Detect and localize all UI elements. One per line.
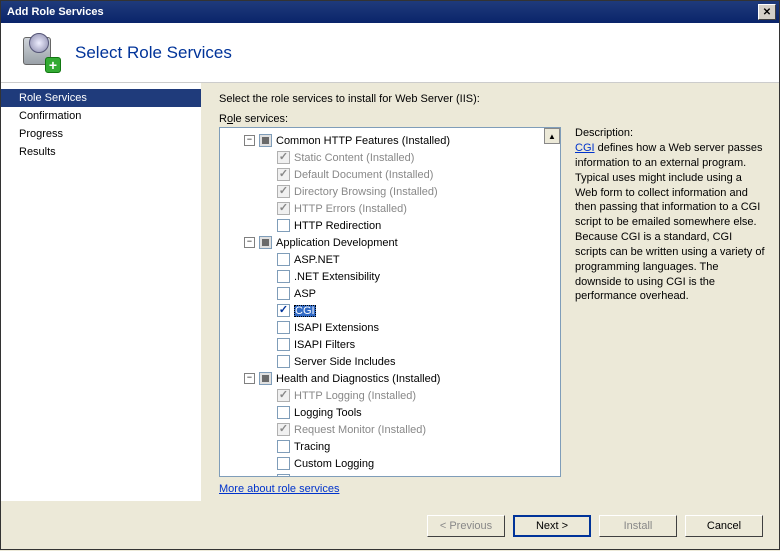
tree-node-label[interactable]: HTTP Logging (Installed) [294, 390, 416, 402]
tree-node-label[interactable]: Health and Diagnostics (Installed) [276, 373, 440, 385]
tree-node[interactable]: .NET Extensibility [222, 268, 558, 285]
description-panel: Description: CGI defines how a Web serve… [575, 127, 765, 495]
main-panel: Select the role services to install for … [201, 83, 779, 501]
tree-node[interactable]: ISAPI Filters [222, 336, 558, 353]
expander-icon[interactable]: − [244, 373, 255, 384]
checkbox [277, 423, 290, 436]
checkbox[interactable] [277, 355, 290, 368]
checkbox [277, 168, 290, 181]
tree-node-label[interactable]: Application Development [276, 237, 398, 249]
next-button[interactable]: Next > [513, 515, 591, 537]
checkbox[interactable] [277, 406, 290, 419]
tree-node-label[interactable]: .NET Extensibility [294, 271, 380, 283]
tree-node-label[interactable]: HTTP Redirection [294, 220, 381, 232]
tree-node-label[interactable]: Server Side Includes [294, 356, 396, 368]
checkbox[interactable] [277, 338, 290, 351]
tree-node-label[interactable]: ASP.NET [294, 254, 340, 266]
checkbox[interactable] [277, 270, 290, 283]
header: + Select Role Services [1, 23, 779, 83]
checkbox [277, 151, 290, 164]
tree-node[interactable]: Tracing [222, 438, 558, 455]
tree-node[interactable]: CGI [222, 302, 558, 319]
role-services-tree[interactable]: ▲ − Common HTTP Features (Installed) Stati… [219, 127, 561, 477]
sidebar-item-progress[interactable]: Progress [1, 125, 201, 143]
tree-node[interactable]: Directory Browsing (Installed) [222, 183, 558, 200]
tree-node[interactable]: ODBC Logging [222, 472, 558, 477]
sidebar-item-confirmation[interactable]: Confirmation [1, 107, 201, 125]
description-text: CGI defines how a Web server passes info… [575, 141, 765, 304]
sidebar-item-role-services[interactable]: Role Services [1, 89, 201, 107]
sidebar-item-results[interactable]: Results [1, 143, 201, 161]
tree-node[interactable]: Default Document (Installed) [222, 166, 558, 183]
tree-node-label[interactable]: Default Document (Installed) [294, 169, 433, 181]
close-button[interactable]: ✕ [758, 4, 776, 20]
checkbox[interactable] [277, 321, 290, 334]
expander-icon[interactable]: − [244, 237, 255, 248]
more-link[interactable]: More about role services [219, 483, 561, 495]
checkbox[interactable] [277, 253, 290, 266]
previous-button: < Previous [427, 515, 505, 537]
tree-node-label[interactable]: ISAPI Filters [294, 339, 355, 351]
tree-node-label[interactable]: Common HTTP Features (Installed) [276, 135, 450, 147]
tree-node-label[interactable]: Tracing [294, 441, 330, 453]
page-title: Select Role Services [75, 43, 232, 63]
checkbox [277, 389, 290, 402]
tree-node-label[interactable]: Logging Tools [294, 407, 362, 419]
checkbox[interactable] [259, 134, 272, 147]
tree-node[interactable]: ISAPI Extensions [222, 319, 558, 336]
checkbox[interactable] [277, 219, 290, 232]
checkbox[interactable] [259, 372, 272, 385]
tree-node[interactable]: − Application Development [222, 234, 558, 251]
tree-node[interactable]: Custom Logging [222, 455, 558, 472]
tree-node[interactable]: Server Side Includes [222, 353, 558, 370]
window-title: Add Role Services [7, 6, 758, 18]
tree-node-label[interactable]: CGI [294, 305, 316, 317]
role-services-label: Role services: [219, 113, 765, 125]
description-heading: Description: [575, 127, 765, 139]
tree-node[interactable]: Request Monitor (Installed) [222, 421, 558, 438]
tree-node[interactable]: − Health and Diagnostics (Installed) [222, 370, 558, 387]
tree-node-label[interactable]: ASP [294, 288, 316, 300]
install-button: Install [599, 515, 677, 537]
tree-node[interactable]: HTTP Errors (Installed) [222, 200, 558, 217]
expander-icon[interactable]: − [244, 135, 255, 146]
instruction-text: Select the role services to install for … [219, 93, 765, 105]
tree-node[interactable]: ASP [222, 285, 558, 302]
tree-node-label[interactable]: Custom Logging [294, 458, 374, 470]
tree-node-label[interactable]: ODBC Logging [294, 475, 368, 478]
tree-node-label[interactable]: Request Monitor (Installed) [294, 424, 426, 436]
footer: < Previous Next > Install Cancel [1, 501, 779, 551]
checkbox[interactable] [277, 474, 290, 477]
tree-node[interactable]: ASP.NET [222, 251, 558, 268]
tree-node-label[interactable]: ISAPI Extensions [294, 322, 379, 334]
wizard-icon: + [21, 33, 61, 73]
tree-node[interactable]: HTTP Redirection [222, 217, 558, 234]
cancel-button[interactable]: Cancel [685, 515, 763, 537]
checkbox[interactable] [277, 304, 290, 317]
checkbox[interactable] [277, 457, 290, 470]
tree-node[interactable]: HTTP Logging (Installed) [222, 387, 558, 404]
tree-node[interactable]: Logging Tools [222, 404, 558, 421]
checkbox[interactable] [277, 287, 290, 300]
tree-node-label[interactable]: Static Content (Installed) [294, 152, 414, 164]
scroll-up-icon[interactable]: ▲ [544, 128, 560, 144]
tree-node-label[interactable]: Directory Browsing (Installed) [294, 186, 438, 198]
checkbox[interactable] [259, 236, 272, 249]
titlebar: Add Role Services ✕ [1, 1, 779, 23]
checkbox [277, 202, 290, 215]
description-link[interactable]: CGI [575, 142, 595, 154]
sidebar: Role ServicesConfirmationProgressResults [1, 83, 201, 501]
checkbox [277, 185, 290, 198]
tree-node[interactable]: Static Content (Installed) [222, 149, 558, 166]
tree-node-label[interactable]: HTTP Errors (Installed) [294, 203, 407, 215]
tree-node[interactable]: − Common HTTP Features (Installed) [222, 132, 558, 149]
checkbox[interactable] [277, 440, 290, 453]
